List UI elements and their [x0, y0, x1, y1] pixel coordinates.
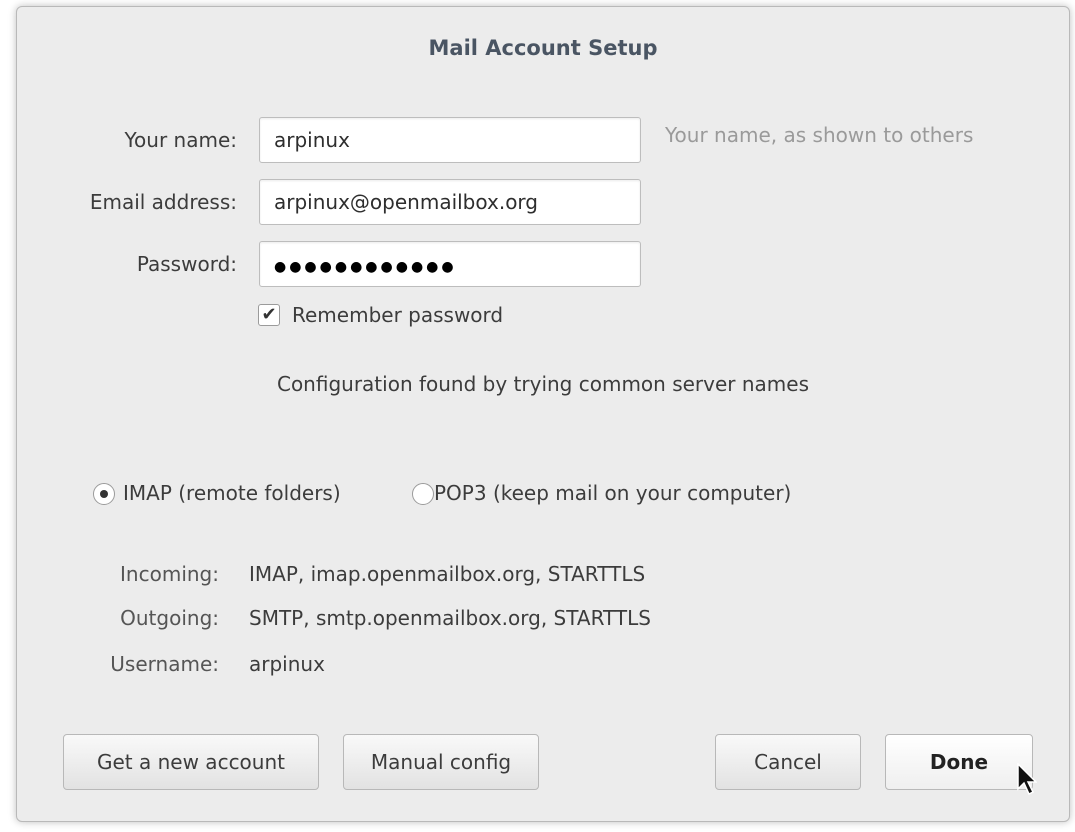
username-value: arpinux [249, 652, 325, 676]
imap-radio-label[interactable]: IMAP (remote folders) [123, 481, 341, 505]
imap-radio[interactable] [93, 483, 115, 505]
mouse-pointer-icon [1017, 763, 1037, 796]
remember-password-label[interactable]: Remember password [292, 303, 503, 327]
dialog-title: Mail Account Setup [428, 36, 658, 60]
remember-password-checkbox[interactable]: ✔ [258, 304, 280, 326]
email-input[interactable]: arpinux@openmailbox.org [259, 179, 641, 225]
outgoing-value: SMTP, smtp.openmailbox.org, STARTTLS [249, 606, 651, 630]
username-label: Username: [110, 652, 219, 676]
outgoing-label: Outgoing: [120, 606, 219, 630]
mail-account-setup-dialog: Mail Account Setup Your name: arpinux Yo… [16, 6, 1070, 822]
email-label: Email address: [89, 190, 237, 214]
name-label: Your name: [124, 128, 237, 152]
status-message: Configuration found by trying common ser… [276, 372, 810, 396]
name-input[interactable]: arpinux [259, 117, 641, 163]
incoming-value: IMAP, imap.openmailbox.org, STARTTLS [249, 562, 646, 586]
done-button[interactable]: Done [885, 734, 1033, 790]
incoming-label: Incoming: [120, 562, 219, 586]
pop3-radio-label[interactable]: POP3 (keep mail on your computer) [434, 481, 791, 505]
cancel-button[interactable]: Cancel [715, 734, 861, 790]
manual-config-button[interactable]: Manual config [343, 734, 539, 790]
password-mask: ●●●●●●●●●●●● [274, 259, 457, 275]
password-label: Password: [136, 252, 237, 276]
pop3-radio[interactable] [412, 483, 434, 505]
password-input[interactable]: ●●●●●●●●●●●● [259, 241, 641, 287]
get-new-account-button[interactable]: Get a new account [63, 734, 319, 790]
name-hint: Your name, as shown to others [665, 123, 974, 147]
checkmark-icon: ✔ [261, 304, 277, 325]
